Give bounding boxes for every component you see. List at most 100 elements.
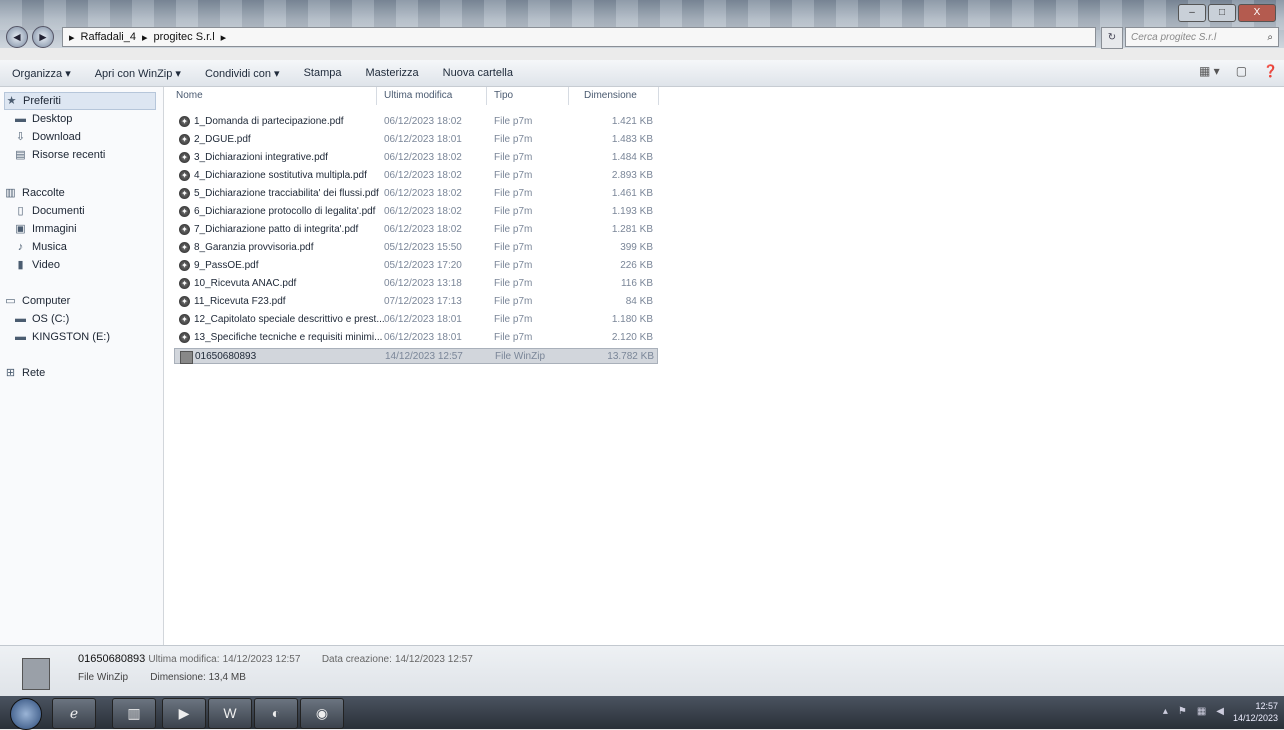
word-icon[interactable]: W bbox=[208, 698, 252, 729]
print-button[interactable]: Stampa bbox=[292, 67, 354, 79]
file-type: File p7m bbox=[494, 296, 533, 307]
media-player-icon[interactable]: ▶ bbox=[162, 698, 206, 729]
sidebar-item-rete[interactable]: ⊞ Rete bbox=[4, 367, 45, 379]
search-input[interactable]: Cerca progitec S.r.l ⌕ bbox=[1125, 27, 1279, 47]
file-type: File p7m bbox=[494, 170, 533, 181]
maximize-button[interactable]: □ bbox=[1208, 4, 1236, 22]
window-titlebar: – □ X ◄ ► ▸ Raffadali_4 ▸ progitec S.r.l… bbox=[0, 0, 1284, 49]
app-icon[interactable]: ◐ bbox=[254, 698, 298, 729]
column-header-name[interactable]: Nome bbox=[176, 90, 203, 106]
help-icon[interactable]: ❓ bbox=[1263, 64, 1278, 78]
details-line-2: File WinZip Dimensione: 13,4 MB bbox=[78, 672, 246, 683]
sidebar-item-musica[interactable]: ♪ Musica bbox=[14, 241, 67, 253]
sidebar-item-raccolte[interactable]: ▥ Raccolte bbox=[4, 187, 65, 199]
back-button[interactable]: ◄ bbox=[6, 26, 28, 48]
column-header-modified[interactable]: Ultima modifica bbox=[384, 90, 452, 106]
clock-time: 12:57 bbox=[1255, 701, 1278, 711]
breadcrumb-raffadali[interactable]: Raffadali_4 bbox=[81, 31, 136, 43]
app-icon[interactable]: ◉ bbox=[300, 698, 344, 729]
column-divider[interactable] bbox=[658, 87, 659, 105]
flag-icon[interactable]: ⚑ bbox=[1178, 706, 1187, 717]
chevron-right-icon: ▸ bbox=[141, 31, 148, 44]
sidebar-item-computer[interactable]: ▭ Computer bbox=[4, 295, 70, 307]
file-row[interactable]: ✦ 9_PassOE.pdf 05/12/2023 17:20 File p7m 226… bbox=[174, 258, 658, 274]
file-row[interactable]: ✦ 8_Garanzia provvisoria.pdf 05/12/2023 15… bbox=[174, 240, 658, 256]
column-divider[interactable] bbox=[376, 87, 377, 105]
share-with-menu[interactable]: Condividi con ▾ bbox=[193, 67, 292, 80]
sidebar-item-immagini[interactable]: ▣ Immagini bbox=[14, 223, 77, 235]
file-size: 1.193 KB bbox=[611, 206, 653, 217]
sidebar-item-documenti[interactable]: ▯ Documenti bbox=[14, 204, 85, 217]
new-folder-button[interactable]: Nuova cartella bbox=[431, 67, 525, 79]
file-name: 4_Dichiarazione sostitutiva multipla.pdf bbox=[194, 170, 367, 181]
file-modified: 06/12/2023 18:02 bbox=[384, 170, 462, 181]
address-bar[interactable]: ▸ Raffadali_4 ▸ progitec S.r.l ▸ bbox=[62, 27, 1096, 47]
file-row[interactable]: ✦ 11_Ricevuta F23.pdf 07/12/2023 17:13 File… bbox=[174, 294, 658, 310]
file-size: 1.180 KB bbox=[611, 314, 653, 325]
sidebar-item-label: Video bbox=[32, 259, 60, 271]
details-type: File WinZip bbox=[78, 672, 129, 683]
file-row[interactable]: ✦ 13_Specifiche tecniche e requisiti mini… bbox=[174, 330, 658, 346]
minimize-button[interactable]: – bbox=[1178, 4, 1206, 22]
p7m-file-icon: ✦ bbox=[179, 260, 190, 271]
sidebar-item-video[interactable]: ▮ Video bbox=[14, 258, 60, 271]
file-modified: 14/12/2023 12:57 bbox=[385, 351, 463, 362]
documents-icon: ▯ bbox=[17, 204, 24, 217]
details-created-label: Data creazione: bbox=[321, 654, 392, 665]
file-row[interactable]: ✦ 10_Ricevuta ANAC.pdf 06/12/2023 13:18 Fil… bbox=[174, 276, 658, 292]
refresh-button[interactable]: ↻ bbox=[1101, 27, 1123, 49]
file-name: 2_DGUE.pdf bbox=[194, 134, 251, 145]
file-row[interactable]: ✦ 1_Domanda di partecipazione.pdf 06/12/20… bbox=[174, 114, 658, 130]
video-icon: ▮ bbox=[17, 258, 24, 271]
sidebar-item-desktop[interactable]: ▬ Desktop bbox=[14, 113, 72, 125]
start-button[interactable] bbox=[10, 698, 42, 730]
file-row[interactable]: ✦ 5_Dichiarazione tracciabilita' dei flus… bbox=[174, 186, 658, 202]
burn-button[interactable]: Masterizza bbox=[353, 67, 430, 79]
system-clock[interactable]: 12:57 14/12/2023 bbox=[1233, 700, 1278, 724]
explorer-icon[interactable]: ▥ bbox=[112, 698, 156, 729]
star-icon: ★ bbox=[6, 94, 17, 107]
file-row[interactable]: ✦ 7_Dichiarazione patto di integrita'.pdf… bbox=[174, 222, 658, 238]
column-header-size[interactable]: Dimensione bbox=[584, 90, 637, 106]
sidebar-item-preferiti[interactable]: ★ Preferiti bbox=[4, 92, 156, 110]
p7m-file-icon: ✦ bbox=[179, 152, 190, 163]
details-line-1: 01650680893 Ultima modifica: 14/12/2023 … bbox=[78, 653, 473, 665]
file-size: 226 KB bbox=[620, 260, 653, 271]
file-name: 10_Ricevuta ANAC.pdf bbox=[194, 278, 297, 289]
network-icon: ⊞ bbox=[5, 366, 16, 379]
preview-pane-icon[interactable]: ▢ bbox=[1236, 64, 1247, 78]
internet-explorer-icon[interactable]: ℯ bbox=[52, 698, 96, 729]
sidebar-item-label: Download bbox=[32, 131, 81, 143]
file-modified: 06/12/2023 18:02 bbox=[384, 116, 462, 127]
tray-arrow-icon[interactable]: ▴ bbox=[1163, 706, 1168, 717]
sidebar-item-kingston-e[interactable]: ▬ KINGSTON (E:) bbox=[14, 331, 110, 343]
file-row[interactable]: ✦ 6_Dichiarazione protocollo di legalita'… bbox=[174, 204, 658, 220]
sidebar-item-label: Immagini bbox=[32, 223, 77, 235]
p7m-file-icon: ✦ bbox=[179, 188, 190, 199]
p7m-file-icon: ✦ bbox=[179, 170, 190, 181]
sidebar-item-label: Documenti bbox=[32, 205, 85, 217]
column-divider[interactable] bbox=[486, 87, 487, 105]
file-name: 01650680893 bbox=[195, 351, 257, 362]
file-row[interactable]: ✦ 3_Dichiarazioni integrative.pdf 06/12/20… bbox=[174, 150, 658, 166]
file-name: 8_Garanzia provvisoria.pdf bbox=[194, 242, 314, 253]
forward-button[interactable]: ► bbox=[32, 26, 54, 48]
file-row[interactable]: ✦ 4_Dichiarazione sostitutiva multipla.pd… bbox=[174, 168, 658, 184]
open-with-winzip-button[interactable]: Apri con WinZip ▾ bbox=[83, 67, 193, 80]
close-button[interactable]: X bbox=[1238, 4, 1276, 22]
network-icon[interactable]: ▦ bbox=[1197, 706, 1206, 717]
volume-icon[interactable]: ◀ bbox=[1216, 706, 1224, 717]
file-row-selected[interactable]: 01650680893 14/12/2023 12:57 File WinZip 13… bbox=[174, 348, 658, 364]
breadcrumb-progitec[interactable]: progitec S.r.l bbox=[154, 31, 215, 43]
organize-menu[interactable]: Organizza ▾ bbox=[0, 67, 83, 80]
file-row[interactable]: ✦ 12_Capitolato speciale descrittivo e pr… bbox=[174, 312, 658, 328]
sidebar-item-risorse-recenti[interactable]: ▤ Risorse recenti bbox=[14, 149, 105, 161]
search-icon[interactable]: ⌕ bbox=[1267, 32, 1273, 43]
column-divider[interactable] bbox=[568, 87, 569, 105]
column-header-type[interactable]: Tipo bbox=[494, 90, 513, 106]
view-options-icon[interactable]: ▦ ▾ bbox=[1199, 64, 1220, 78]
sidebar-item-os-c[interactable]: ▬ OS (C:) bbox=[14, 313, 69, 325]
sidebar-item-download[interactable]: ⇩ Download bbox=[14, 131, 81, 143]
file-modified: 06/12/2023 18:02 bbox=[384, 206, 462, 217]
file-row[interactable]: ✦ 2_DGUE.pdf 06/12/2023 18:01 File p7m 1.483… bbox=[174, 132, 658, 148]
